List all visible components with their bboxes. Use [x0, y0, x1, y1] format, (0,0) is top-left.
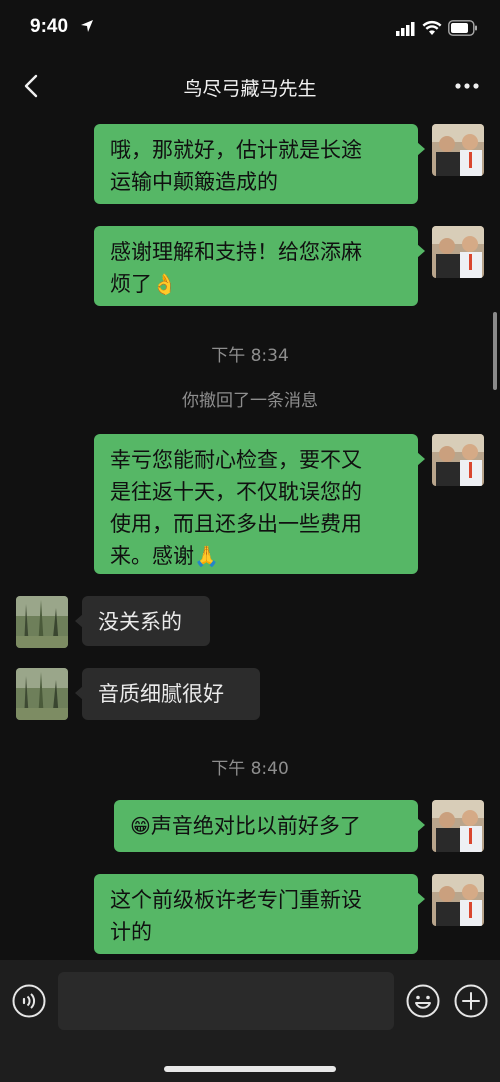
- timestamp: 下午 8:34: [211, 346, 289, 366]
- grinning-emoji: 😁: [130, 814, 151, 838]
- smiley-icon[interactable]: [406, 984, 440, 1018]
- my-avatar[interactable]: [432, 434, 484, 486]
- more-dots-icon[interactable]: [452, 72, 482, 100]
- my-avatar[interactable]: [432, 874, 484, 926]
- message-bubble-in[interactable]: 音质细腻很好: [75, 668, 260, 720]
- contact-avatar[interactable]: [16, 668, 68, 720]
- input-bar: [0, 960, 500, 1082]
- chat-header: 鸟尽弓藏马先生: [0, 56, 500, 116]
- status-bar: 9:40: [0, 0, 500, 56]
- ok-hand-emoji: 👌: [152, 272, 177, 296]
- my-avatar[interactable]: [432, 800, 484, 852]
- message-line: 是往返十天，不仅耽误您的: [110, 480, 362, 504]
- message-line: 音质细腻很好: [98, 682, 224, 706]
- message-line: 这个前级板许老专门重新设: [110, 888, 362, 912]
- home-indicator[interactable]: [164, 1066, 336, 1072]
- wifi-icon: [422, 20, 442, 35]
- message-line: 计的: [110, 920, 152, 944]
- message-bubble-in[interactable]: 没关系的: [75, 596, 210, 646]
- location-arrow-icon: [81, 20, 93, 32]
- plus-icon[interactable]: [454, 984, 488, 1018]
- my-avatar[interactable]: [432, 124, 484, 176]
- message-line: 哦，那就好，估计就是长途: [110, 138, 362, 162]
- message-line: 烦了👌: [110, 268, 402, 300]
- message-bubble-out[interactable]: 感谢理解和支持！给您添麻 烦了👌: [94, 226, 425, 306]
- message-line: 幸亏您能耐心检查，要不又: [110, 448, 362, 472]
- message-line: 使用，而且还多出一些费用: [110, 512, 362, 536]
- message-text: 来。感谢: [110, 544, 194, 568]
- message-bubble-out[interactable]: 哦，那就好，估计就是长途 运输中颠簸造成的: [94, 124, 425, 204]
- recall-note: 你撤回了一条消息: [182, 391, 318, 411]
- message-line: 没关系的: [98, 610, 182, 634]
- timestamp: 下午 8:40: [211, 759, 289, 779]
- message-line: 感谢理解和支持！给您添麻: [110, 240, 362, 264]
- message-bubble-out[interactable]: 😁声音绝对比以前好多了: [114, 800, 425, 852]
- folded-hands-emoji: 🙏: [194, 544, 219, 568]
- message-line: 运输中颠簸造成的: [110, 170, 278, 194]
- chat-title: 鸟尽弓藏马先生: [183, 78, 317, 100]
- message-input[interactable]: [58, 972, 394, 1030]
- message-bubble-out[interactable]: 幸亏您能耐心检查，要不又 是往返十天，不仅耽误您的 使用，而且还多出一些费用 来…: [94, 434, 425, 574]
- battery-icon: [448, 20, 477, 36]
- status-time: 9:40: [30, 16, 69, 37]
- message-bubble-out[interactable]: 这个前级板许老专门重新设 计的: [94, 874, 425, 954]
- voice-icon[interactable]: [12, 984, 46, 1018]
- my-avatar[interactable]: [432, 226, 484, 278]
- contact-avatar[interactable]: [16, 596, 68, 648]
- signal-icon: [396, 22, 415, 36]
- message-line: 来。感谢🙏: [110, 540, 402, 572]
- message-text: 声音绝对比以前好多了: [150, 814, 361, 838]
- message-text: 烦了: [110, 272, 152, 296]
- message-line: 😁声音绝对比以前好多了: [130, 810, 402, 842]
